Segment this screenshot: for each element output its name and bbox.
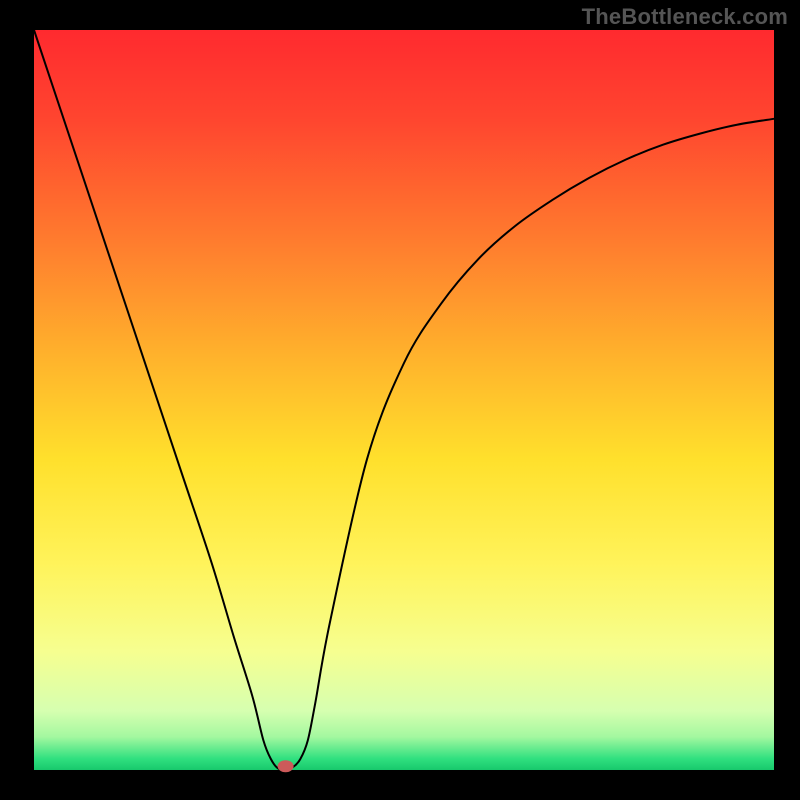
optimal-point-marker — [278, 760, 294, 772]
bottleneck-chart — [0, 0, 800, 800]
plot-background — [34, 30, 774, 770]
chart-frame: TheBottleneck.com — [0, 0, 800, 800]
